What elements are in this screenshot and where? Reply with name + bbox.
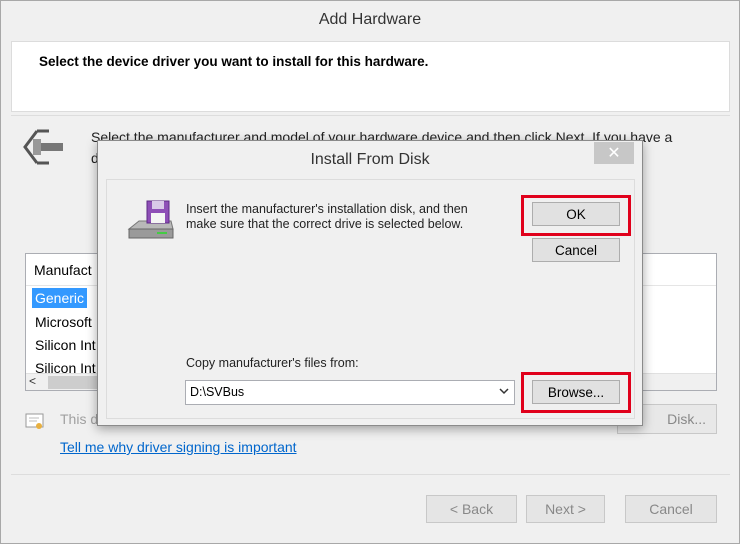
dialog-message: Insert the manufacturer's installation d… bbox=[186, 202, 468, 232]
dialog-body: Insert the manufacturer's installation d… bbox=[106, 179, 635, 419]
header-text: Select the device driver you want to ins… bbox=[39, 54, 429, 69]
dialog-message-line-2: make sure that the correct drive is sele… bbox=[186, 217, 464, 231]
cancel-button[interactable]: Cancel bbox=[532, 238, 620, 262]
install-from-disk-dialog: Install From Disk ✕ Insert the manufactu… bbox=[97, 140, 643, 426]
signed-driver-text: This d bbox=[60, 411, 99, 427]
chevron-down-icon[interactable] bbox=[498, 384, 510, 398]
header-panel: Select the device driver you want to ins… bbox=[11, 41, 730, 112]
copy-from-label: Copy manufacturer's files from: bbox=[186, 356, 359, 370]
list-item[interactable]: Microsoft bbox=[32, 312, 95, 332]
device-wizard-icon bbox=[23, 129, 63, 165]
list-header-manufacturer[interactable]: Manufact bbox=[34, 262, 92, 278]
certificate-icon bbox=[25, 413, 44, 429]
bottom-separator bbox=[11, 474, 730, 475]
close-icon[interactable]: ✕ bbox=[594, 142, 634, 164]
window-title: Add Hardware bbox=[318, 11, 422, 28]
source-path-value[interactable]: D:\SVBus bbox=[190, 385, 244, 399]
list-item[interactable]: Generic bbox=[32, 288, 88, 308]
source-path-combo[interactable]: D:\SVBus bbox=[185, 380, 515, 405]
dialog-message-line-1: Insert the manufacturer's installation d… bbox=[186, 202, 468, 216]
next-button[interactable]: Next > bbox=[526, 495, 605, 523]
browse-button[interactable]: Browse... bbox=[532, 380, 620, 404]
header-separator bbox=[11, 115, 730, 116]
floppy-disk-drive-icon bbox=[127, 200, 174, 239]
back-button[interactable]: < Back bbox=[426, 495, 517, 523]
scroll-left-icon[interactable]: < bbox=[29, 374, 36, 388]
outer-titlebar: Add Hardware bbox=[1, 1, 739, 41]
ok-button[interactable]: OK bbox=[532, 202, 620, 226]
dialog-titlebar: Install From Disk ✕ bbox=[98, 141, 642, 179]
outer-cancel-button[interactable]: Cancel bbox=[625, 495, 717, 523]
dialog-title: Install From Disk bbox=[310, 151, 430, 168]
list-item[interactable]: Silicon Int bbox=[32, 335, 99, 355]
driver-signing-link[interactable]: Tell me why driver signing is important bbox=[60, 439, 297, 455]
